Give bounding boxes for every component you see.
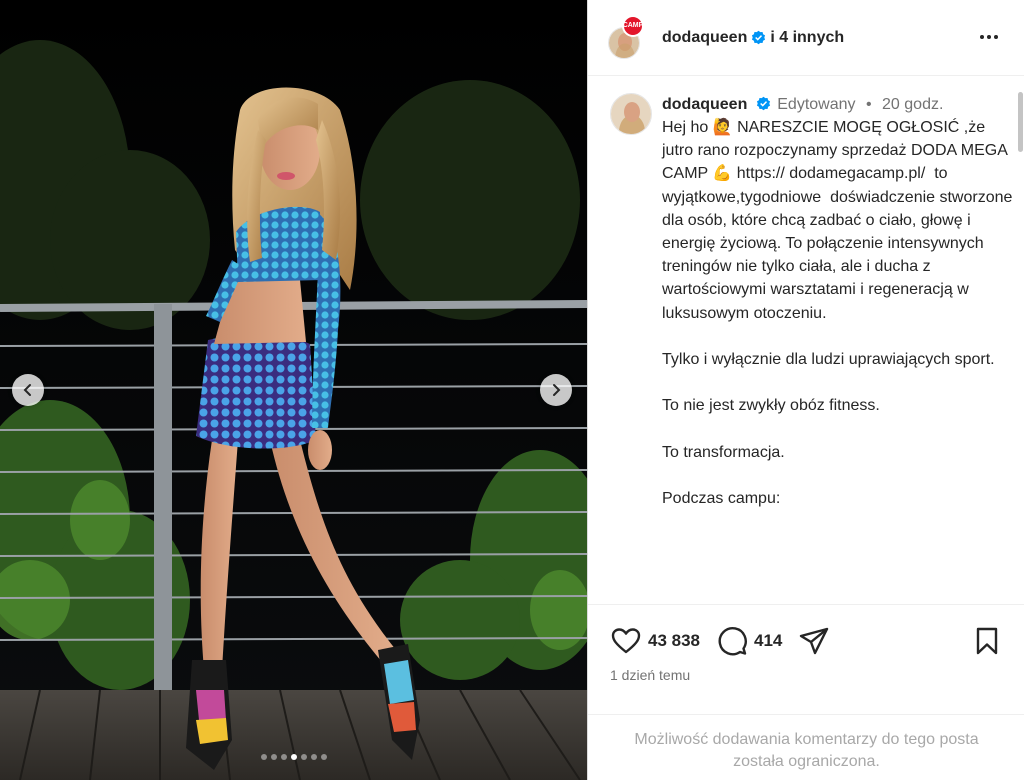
post-media[interactable] [0, 0, 587, 780]
comments-section: dodaqueen Edytowany • 20 godz. Hej ho 🙋 … [588, 77, 1024, 604]
edited-label: Edytowany [777, 96, 856, 113]
post-photo [0, 0, 587, 780]
verified-badge-icon [752, 30, 766, 45]
carousel-indicator [0, 754, 587, 760]
carousel-dot [310, 754, 317, 760]
chevron-right-icon [553, 384, 561, 396]
header-collaborators[interactable]: i 4 innych [770, 29, 844, 47]
share-icon [800, 627, 829, 655]
header-avatars[interactable]: CAMP [608, 14, 656, 61]
instagram-post: CAMP dodaqueen i 4 innych dodaqueen Edyt… [0, 0, 1024, 780]
chevron-left-icon [23, 384, 31, 396]
comments-scrollbar[interactable] [1018, 92, 1023, 152]
like-count[interactable]: 43 838 [648, 631, 700, 651]
share-button[interactable] [798, 625, 830, 657]
caption-text: Hej ho 🙋 NARESZCIE MOGĘ OGŁOSIĆ ,że jutr… [662, 119, 1013, 508]
caption-username[interactable]: dodaqueen [662, 96, 747, 113]
brand-avatar[interactable]: CAMP [622, 14, 644, 37]
post-side-panel: CAMP dodaqueen i 4 innych dodaqueen Edyt… [587, 0, 1024, 780]
heart-icon [611, 628, 641, 654]
carousel-prev-button[interactable] [12, 374, 44, 406]
comment-count[interactable]: 414 [754, 631, 782, 651]
carousel-dot [290, 754, 297, 760]
post-caption: dodaqueen Edytowany • 20 godz. Hej ho 🙋 … [610, 93, 1015, 510]
restricted-line-2: została ograniczona. [733, 753, 880, 770]
bookmark-icon [976, 627, 998, 655]
comment-button[interactable] [716, 625, 748, 657]
post-actions: 43 838 414 1 dzień temu [588, 604, 1024, 714]
post-date[interactable]: 1 dzień temu [610, 667, 690, 683]
comments-restricted-notice: Możliwość dodawania komentarzy do tego p… [588, 714, 1024, 780]
verified-badge-icon [756, 96, 770, 111]
carousel-dot [280, 754, 287, 760]
carousel-dot [320, 754, 327, 760]
post-header: CAMP dodaqueen i 4 innych [588, 0, 1024, 76]
meta-separator: • [865, 96, 872, 113]
more-options-button[interactable] [977, 27, 1001, 47]
restricted-line-1: Możliwość dodawania komentarzy do tego p… [634, 731, 979, 748]
carousel-dot [270, 754, 277, 760]
carousel-dot [300, 754, 307, 760]
carousel-next-button[interactable] [540, 374, 572, 406]
comment-icon [718, 627, 747, 656]
header-username[interactable]: dodaqueen [662, 29, 747, 47]
save-button[interactable] [971, 625, 1003, 657]
caption-avatar[interactable] [610, 93, 652, 135]
like-button[interactable] [610, 625, 642, 657]
carousel-dot [260, 754, 267, 760]
caption-timestamp[interactable]: 20 godz. [882, 96, 943, 113]
